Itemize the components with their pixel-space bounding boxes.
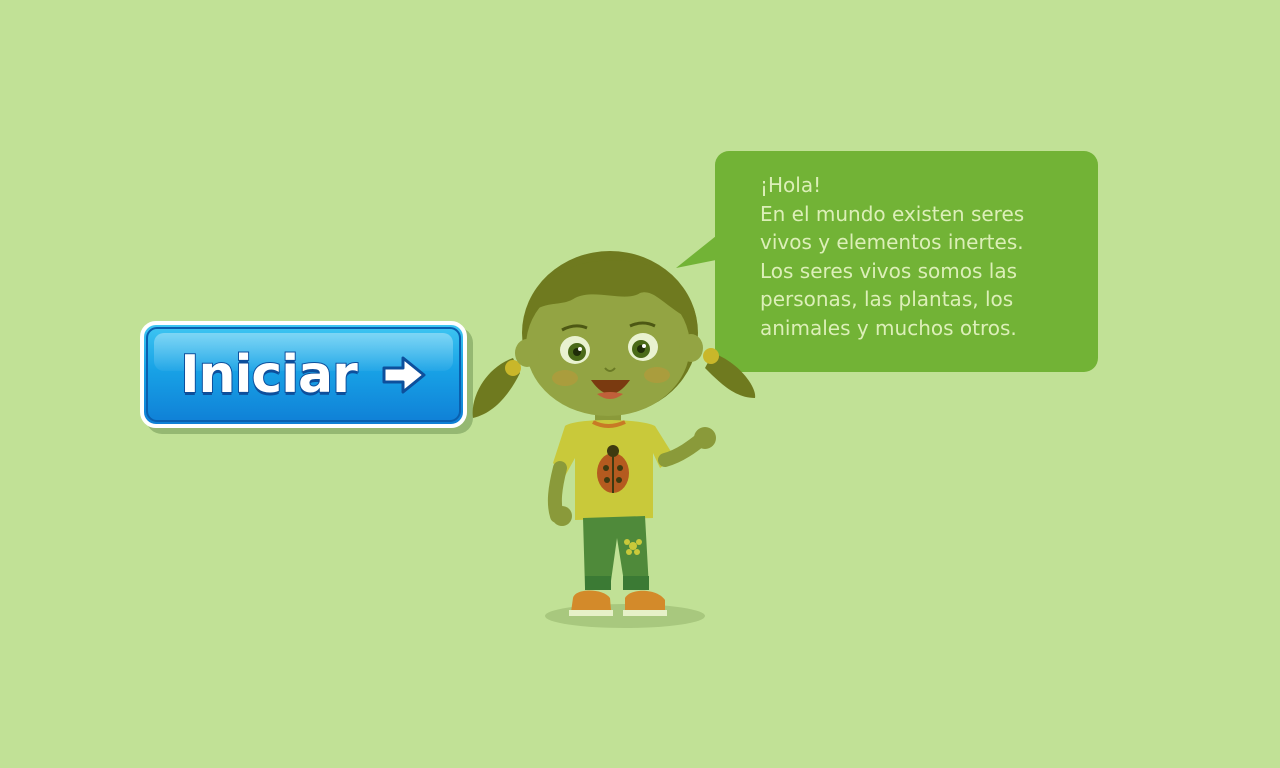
girl-character-illustration xyxy=(472,251,756,628)
speech-bubble-text: ¡Hola! En el mundo existen seres vivos y… xyxy=(760,171,1090,343)
arrow-right-icon xyxy=(382,356,426,393)
intro-text: En el mundo existen seres vivos y elemen… xyxy=(760,201,1025,340)
greeting-text: ¡Hola! xyxy=(760,173,822,197)
start-button[interactable]: Iniciar xyxy=(140,321,467,428)
activity-screen: Iniciar ¡Hola! En el mundo existen seres… xyxy=(0,0,1280,768)
speech-bubble: ¡Hola! En el mundo existen seres vivos y… xyxy=(715,151,1098,372)
start-button-label: Iniciar xyxy=(179,344,359,406)
